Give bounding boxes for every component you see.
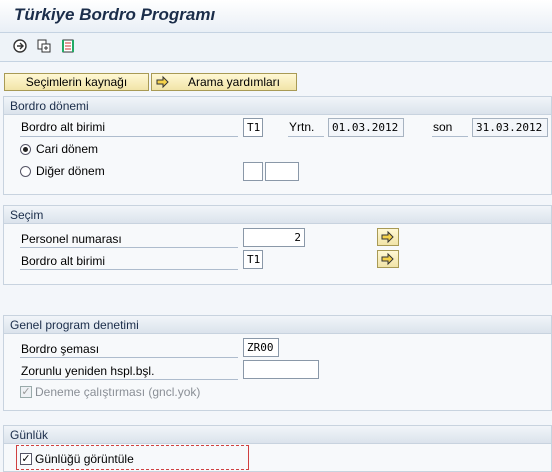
payroll-period-section: Bordro dönemi Bordro alt birimi T1 Yrtn.… <box>3 96 552 195</box>
selection-source-button[interactable]: Seçimlerin kaynağı <box>4 73 149 91</box>
display-log-checkbox[interactable]: ✓ <box>20 453 32 465</box>
arrow-right-icon <box>381 252 394 266</box>
forced-recalc-field[interactable] <box>243 360 319 379</box>
row-underline <box>20 357 238 358</box>
row-underline <box>20 379 238 380</box>
toolbar-separator <box>0 61 552 62</box>
row-underline <box>20 247 238 248</box>
execute-icon[interactable] <box>12 38 28 54</box>
current-period-radio[interactable] <box>20 144 31 155</box>
payroll-area-field[interactable]: T1 <box>243 118 263 137</box>
forced-recalc-label: Zorunlu yeniden hspl.bşl. <box>21 364 155 378</box>
schema-label: Bordro şeması <box>21 342 100 356</box>
payroll-area-label: Bordro alt birimi <box>21 254 106 268</box>
other-period-field[interactable] <box>243 162 263 181</box>
row-underline <box>432 136 468 137</box>
section-header: Günlük <box>4 426 551 444</box>
personnel-number-label: Personel numarası <box>21 232 122 246</box>
variant-icon[interactable] <box>60 38 76 54</box>
current-period-label: Cari dönem <box>36 142 99 156</box>
section-header: Seçim <box>4 206 551 224</box>
arrow-right-icon <box>156 75 170 92</box>
section-header: Genel program denetimi <box>4 316 551 334</box>
selection-source-label: Seçimlerin kaynağı <box>25 75 128 89</box>
general-control-section: Genel program denetimi Bordro şeması ZR0… <box>3 315 552 411</box>
other-period-label: Diğer dönem <box>36 164 105 178</box>
test-run-label: Deneme çalıştırması (gncl.yok) <box>35 385 201 399</box>
application-toolbar <box>0 33 552 61</box>
row-underline <box>288 136 324 137</box>
period-to-field: 31.03.2012 <box>472 118 548 137</box>
schema-field[interactable]: ZR00 <box>243 338 279 357</box>
display-log-label: Günlüğü görüntüle <box>35 452 134 466</box>
payroll-area-label: Bordro alt birimi <box>21 120 106 134</box>
selection-section: Seçim Personel numarası 2 Bordro alt bir… <box>3 205 552 285</box>
other-period-radio[interactable] <box>20 166 31 177</box>
personnel-number-field[interactable]: 2 <box>243 228 305 247</box>
personnel-multiple-selection-button[interactable] <box>377 228 399 246</box>
page-title: Türkiye Bordro Programı <box>14 5 216 24</box>
row-underline <box>20 136 238 137</box>
period-from-field: 01.03.2012 <box>328 118 404 137</box>
area-multiple-selection-button[interactable] <box>377 250 399 268</box>
section-header: Bordro dönemi <box>4 97 551 115</box>
search-help-label: Arama yardımları <box>187 75 281 89</box>
selection-payroll-area-field[interactable]: T1 <box>243 250 263 269</box>
search-help-button[interactable]: Arama yardımları <box>151 73 297 91</box>
to-label: son <box>433 120 453 134</box>
arrow-right-icon <box>381 230 394 244</box>
row-underline <box>20 269 238 270</box>
other-year-field[interactable] <box>265 162 299 181</box>
test-run-checkbox: ✓ <box>20 385 32 398</box>
from-label: Yrtn. <box>289 120 315 134</box>
copy-icon[interactable] <box>36 38 52 54</box>
log-section: Günlük ✓ Günlüğü görüntüle <box>3 425 552 472</box>
